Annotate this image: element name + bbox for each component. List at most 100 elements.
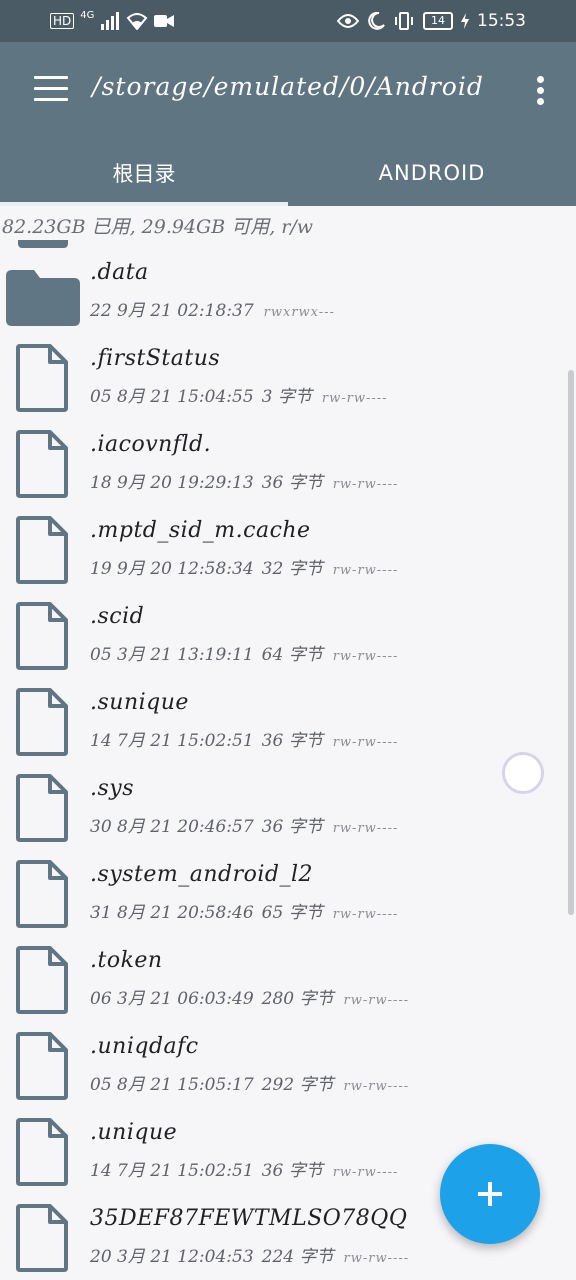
file-meta: 20 3月 21 12:04:53 224 字节 rw-rw---- (90, 1242, 409, 1267)
network-type-label: 4G (80, 9, 95, 21)
file-meta: 18 9月 20 19:29:13 36 字节 rw-rw---- (90, 468, 398, 493)
file-date: 14 7月 21 15:02:51 (90, 1161, 254, 1181)
file-name: .mptd_sid_m.cache (90, 518, 311, 543)
list-item[interactable]: .mptd_sid_m.cache 19 9月 20 12:58:34 32 字节 r… (0, 498, 576, 584)
list-item[interactable]: .system_android_l2 31 8月 21 20:58:46 65 字节… (0, 842, 576, 928)
file-permissions: rw-rw---- (332, 821, 399, 836)
vibrate-icon (393, 10, 415, 32)
moon-icon (367, 10, 385, 32)
file-size: 64 字节 (261, 645, 323, 665)
file-name: .sunique (90, 690, 189, 715)
file-permissions: rw-rw---- (332, 1165, 399, 1180)
tab-root[interactable]: 根目录 (0, 140, 288, 206)
file-list: .data 22 9月 21 02:18:37 rwxrwx--- .firstSta… (0, 240, 576, 1272)
file-date: 05 8月 21 15:04:55 (90, 387, 254, 407)
status-right-icons: 14 15:53 (337, 10, 526, 32)
file-size: 32 字节 (261, 559, 323, 579)
file-permissions: rw-rw---- (332, 649, 399, 664)
file-name: .uniqdafc (90, 1034, 199, 1059)
list-item[interactable]: .data 22 9月 21 02:18:37 rwxrwx--- (0, 240, 576, 326)
file-icon (16, 688, 68, 756)
list-item[interactable]: .firstStatus 05 8月 21 15:04:55 3 字节 rw-rw--… (0, 326, 576, 412)
list-item[interactable]: .uniqdafc 05 8月 21 15:05:17 292 字节 rw-rw---… (0, 1014, 576, 1100)
file-icon (16, 430, 68, 498)
file-icon (16, 344, 68, 412)
file-name: .unique (90, 1120, 178, 1145)
file-date: 20 3月 21 12:04:53 (90, 1247, 254, 1267)
file-date: 14 7月 21 15:02:51 (90, 731, 254, 751)
file-date: 30 8月 21 20:46:57 (90, 817, 254, 837)
file-meta: 05 3月 21 13:19:11 64 字节 rw-rw---- (90, 640, 398, 665)
file-permissions: rw-rw---- (343, 993, 410, 1008)
file-size: 36 字节 (261, 473, 323, 493)
video-icon (154, 10, 175, 32)
list-item[interactable]: .scid 05 3月 21 13:19:11 64 字节 rw-rw---- (0, 584, 576, 670)
tab-bar: 根目录 ANDROID (0, 140, 576, 206)
file-name: .firstStatus (90, 346, 221, 371)
file-name: .data (90, 260, 149, 285)
tab-indicator (0, 202, 288, 206)
file-icon (16, 602, 68, 670)
list-item[interactable]: .sunique 14 7月 21 15:02:51 36 字节 rw-rw---- (0, 670, 576, 756)
status-bar: HD 4G 14 15:53 (0, 0, 576, 42)
status-time: 15:53 (477, 11, 526, 31)
file-meta: 30 8月 21 20:46:57 36 字节 rw-rw---- (90, 812, 398, 837)
file-size: 36 字节 (261, 1161, 323, 1181)
file-size: 292 字节 (261, 1075, 334, 1095)
folder-icon (6, 270, 80, 326)
menu-icon[interactable] (34, 76, 68, 106)
file-date: 18 9月 20 19:29:13 (90, 473, 254, 493)
status-left-icons: HD 4G (50, 9, 175, 32)
file-icon (16, 516, 68, 584)
file-permissions: rw-rw---- (332, 563, 399, 578)
add-icon[interactable] (440, 1144, 540, 1244)
file-permissions: rwxrwx--- (263, 305, 335, 320)
file-icon (16, 860, 68, 928)
file-permissions: rw-rw---- (343, 1079, 410, 1094)
file-size: 3 字节 (261, 387, 312, 407)
file-size: 224 字节 (261, 1247, 334, 1267)
file-size: 280 字节 (261, 989, 334, 1009)
file-date: 19 9月 20 12:58:34 (90, 559, 254, 579)
eye-icon (337, 10, 359, 32)
file-date: 22 9月 21 02:18:37 (90, 301, 254, 321)
file-meta: 14 7月 21 15:02:51 36 字节 rw-rw---- (90, 1156, 398, 1181)
file-meta: 05 8月 21 15:05:17 292 字节 rw-rw---- (90, 1070, 409, 1095)
file-name: .token (90, 948, 163, 973)
file-date: 06 3月 21 06:03:49 (90, 989, 254, 1009)
file-meta: 31 8月 21 20:58:46 65 字节 rw-rw---- (90, 898, 398, 923)
file-icon (16, 1118, 68, 1186)
file-meta: 14 7月 21 15:02:51 36 字节 rw-rw---- (90, 726, 398, 751)
file-permissions: rw-rw---- (332, 907, 399, 922)
list-item[interactable]: .iacovnfld. 18 9月 20 19:29:13 36 字节 rw-rw--… (0, 412, 576, 498)
battery-indicator: 14 (423, 12, 453, 30)
storage-info: 82.23GB 已用, 29.94GB 可用, r/w (2, 216, 314, 238)
app-bar: /storage/emulated/0/Android (0, 42, 576, 140)
file-icon (16, 946, 68, 1014)
more-vert-icon[interactable] (534, 76, 546, 106)
file-permissions: rw-rw---- (343, 1251, 410, 1266)
file-date: 31 8月 21 20:58:46 (90, 903, 254, 923)
assistive-touch-icon[interactable] (502, 752, 544, 794)
list-item[interactable]: .token 06 3月 21 06:03:49 280 字节 rw-rw---- (0, 928, 576, 1014)
path-title: /storage/emulated/0/Android (92, 72, 484, 101)
wifi-icon (126, 10, 148, 32)
signal-icon (100, 10, 120, 32)
charging-icon (461, 10, 469, 32)
file-icon (16, 1032, 68, 1100)
tab-android[interactable]: ANDROID (288, 140, 576, 206)
file-meta: 05 8月 21 15:04:55 3 字节 rw-rw---- (90, 382, 388, 407)
file-name: 35DEF87FEWTMLSO78QQ (90, 1206, 408, 1231)
file-meta: 06 3月 21 06:03:49 280 字节 rw-rw---- (90, 984, 409, 1009)
scrollbar[interactable] (568, 370, 574, 915)
file-meta: 22 9月 21 02:18:37 rwxrwx--- (90, 296, 335, 321)
hd-badge: HD (50, 13, 75, 29)
file-meta: 19 9月 20 12:58:34 32 字节 rw-rw---- (90, 554, 398, 579)
file-date: 05 3月 21 13:19:11 (90, 645, 254, 665)
list-item[interactable]: .sys 30 8月 21 20:46:57 36 字节 rw-rw---- (0, 756, 576, 842)
file-size: 36 字节 (261, 817, 323, 837)
file-name: .sys (90, 776, 135, 801)
file-name: .iacovnfld. (90, 432, 212, 457)
file-name: .system_android_l2 (90, 862, 314, 887)
file-icon (16, 1204, 68, 1272)
